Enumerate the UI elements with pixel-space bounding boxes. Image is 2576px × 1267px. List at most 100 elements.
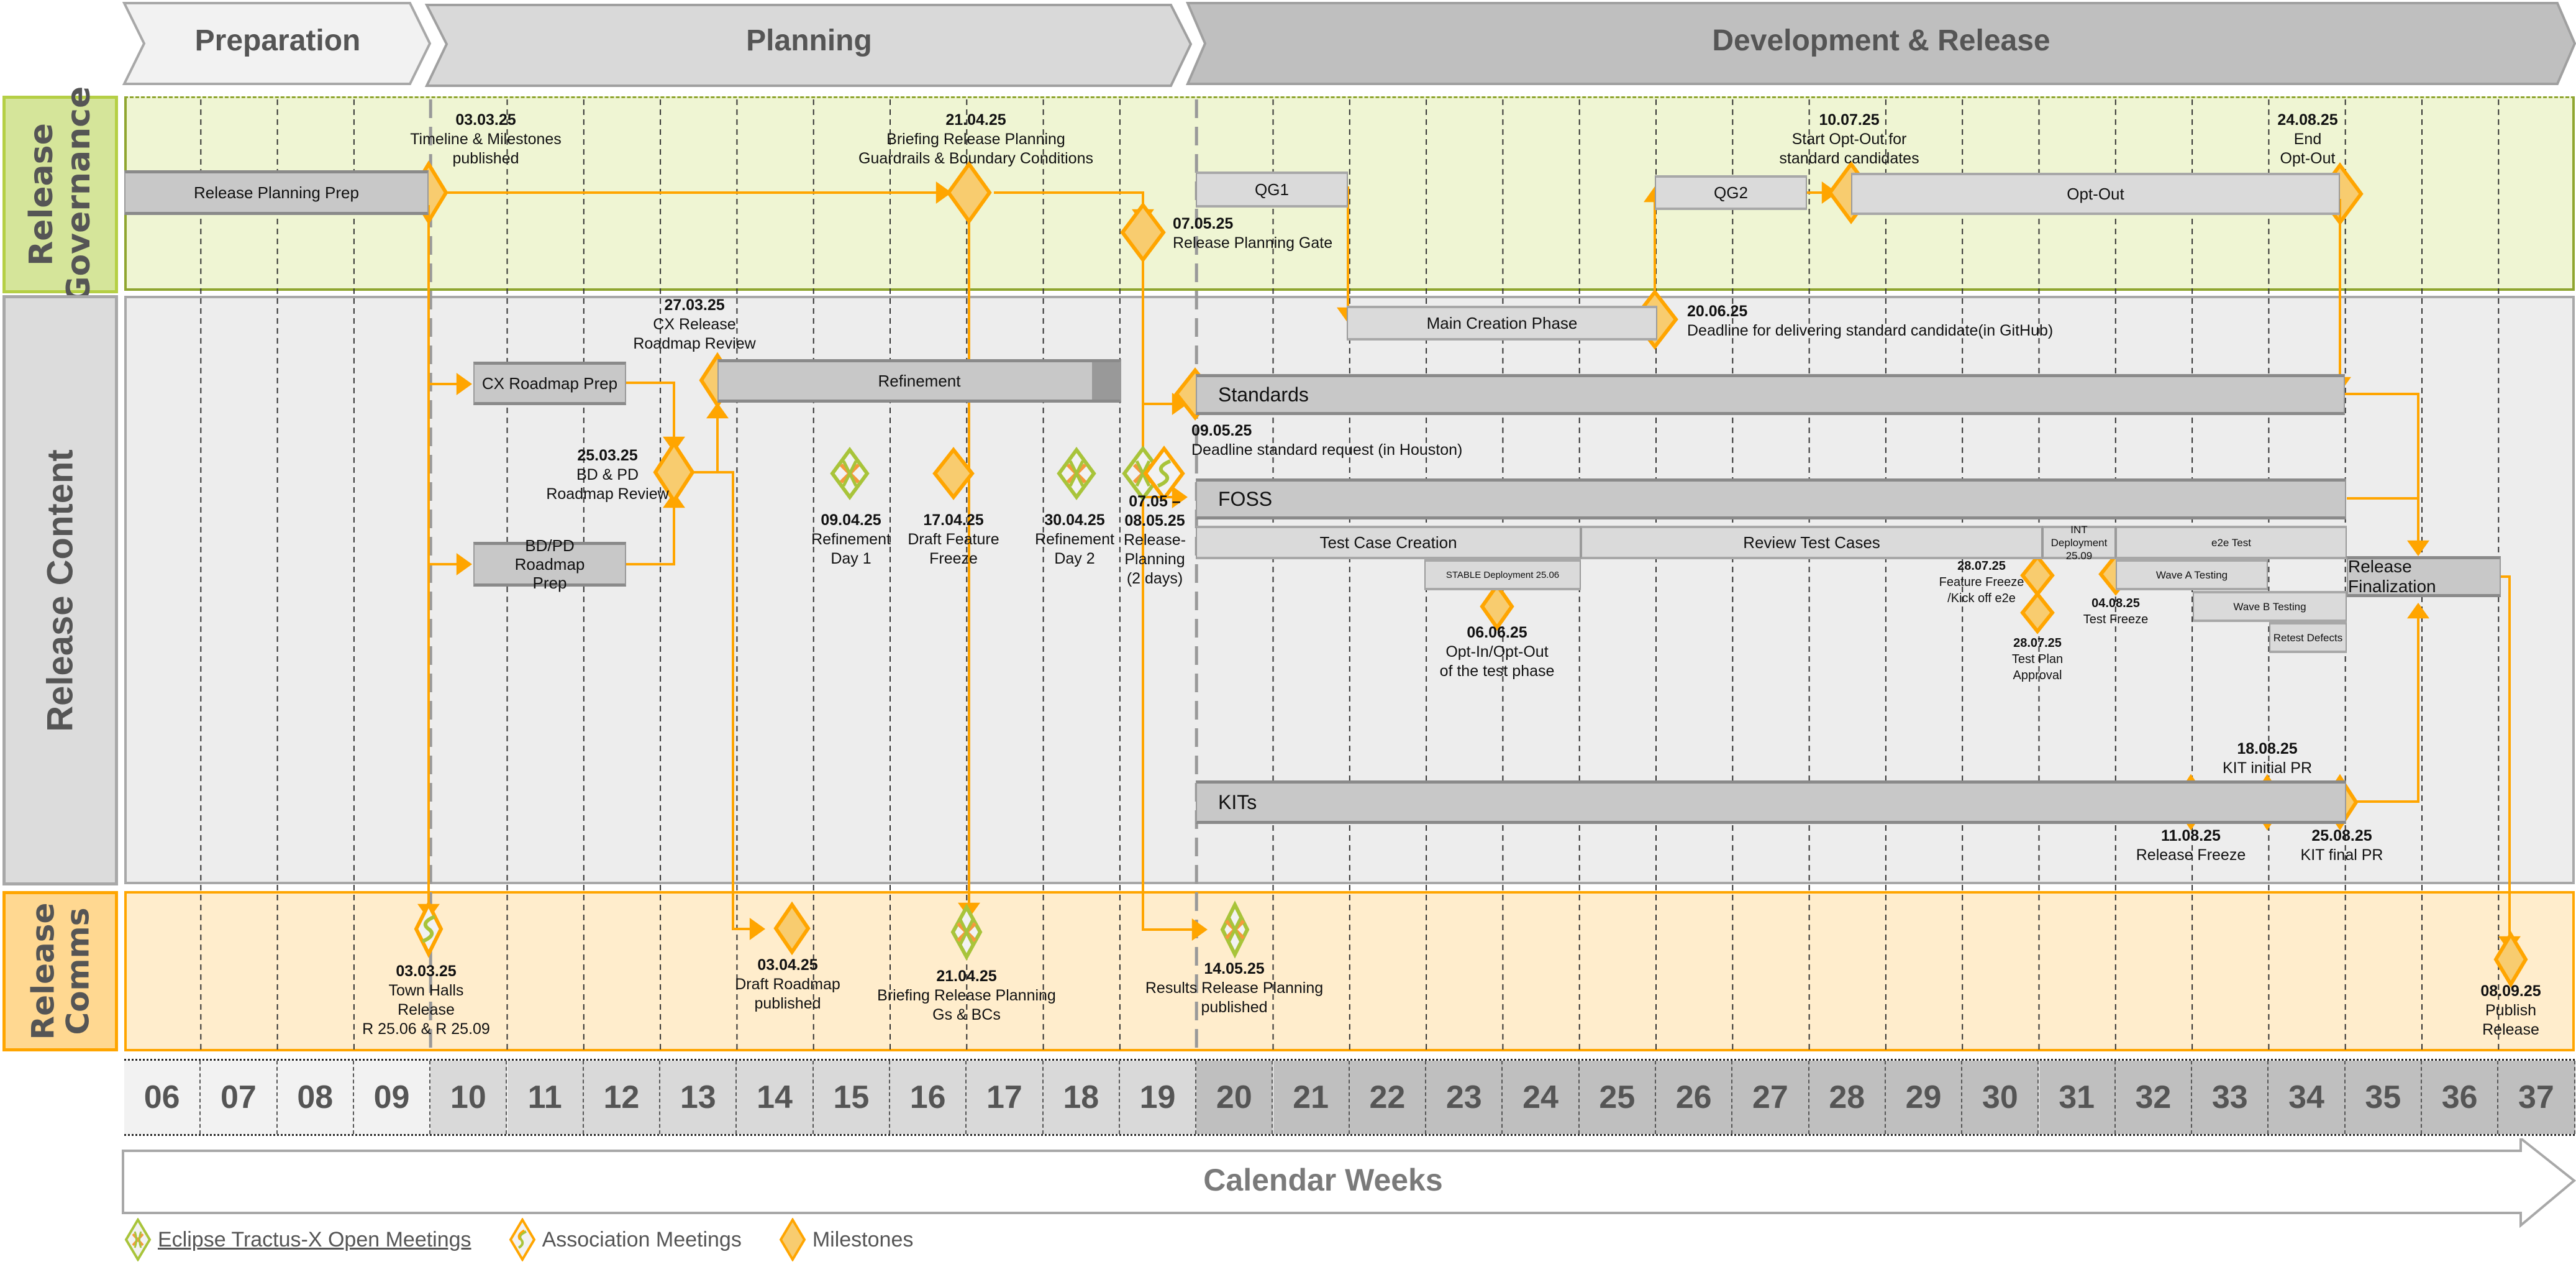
milestone-label-opt-in-opt-out: 06.06.25 Opt-In/Opt-Out of the test phase (1439, 624, 1555, 680)
bar-wave-b-testing: Wave B Testing (2193, 591, 2347, 622)
bar-main-creation-phase: Main Creation Phase (1347, 306, 1657, 341)
bar-standards: Standards (1196, 374, 2345, 415)
calendar-week-25: 25 (1579, 1061, 1656, 1134)
comms-label-briefing-gs-bcs: 21.04.25 Briefing Release Planning Gs & BC… (877, 967, 1056, 1023)
lane-title-governance: Release Governance (2, 86, 118, 303)
calendar-week-37: 37 (2498, 1061, 2575, 1134)
milestone-label-kit-initial-pr: 18.08.25 KIT initial PR (2222, 740, 2313, 777)
milestone-label-release-freeze: 11.08.25 Release Freeze (2136, 827, 2246, 864)
lane-title-line: Governance (60, 86, 98, 303)
calendar-week-12: 12 (583, 1061, 661, 1134)
bar-qg2: QG2 (1655, 175, 1807, 210)
calendar-week-32: 32 (2115, 1061, 2193, 1134)
lane-title-line: Release (25, 902, 61, 1040)
comms-label-publish-release: 08.09.25 Publish Release (2480, 982, 2541, 1038)
calendar-week-19: 19 (1119, 1061, 1197, 1134)
calendar-week-33: 33 (2192, 1061, 2269, 1134)
milestone-label-draft-feature-freeze: 17.04.25 Draft Feature Freeze (908, 511, 999, 567)
calendar-week-09: 09 (353, 1061, 431, 1134)
milestone-label-deadline-standard-candidate: 20.06.25 Deadline for delivering standard… (1687, 303, 2054, 339)
phase-label-preparation: Preparation (194, 24, 361, 57)
calendar-week-10: 10 (430, 1061, 507, 1134)
calendar-week-35: 35 (2345, 1061, 2422, 1134)
milestone-label-feature-freeze: 28.07.25 Feature Freeze/Kick off e2e (1939, 559, 2024, 605)
bar-stable-deployment: STABLE Deployment 25.06 (1424, 559, 1581, 590)
calendar-week-axis: 06 07 08 09 10 11 12 13 14 15 16 17 18 19 20 21 22 23 24 25… (124, 1059, 2575, 1136)
association-meeting-icon (509, 1218, 535, 1261)
phase-label-development: Development & Release (1712, 24, 2050, 57)
bar-release-finalization: Release Finalization (2347, 556, 2501, 597)
calendar-week-15: 15 (813, 1061, 890, 1134)
milestone-label-test-freeze: 04.08.25 Test Freeze (2083, 597, 2149, 626)
lane-title-content: Release Content (2, 295, 118, 885)
legend-label: Association Meetings (542, 1227, 742, 1251)
comms-label-draft-roadmap: 03.04.25 Draft Roadmap published (735, 956, 840, 1012)
calendar-week-06: 06 (124, 1061, 201, 1134)
milestone-label-end-opt-out: 24.08.25 End Opt-Out (2277, 111, 2338, 167)
calendar-week-29: 29 (1885, 1061, 1963, 1134)
calendar-week-28: 28 (1809, 1061, 1886, 1134)
calendar-week-24: 24 (1503, 1061, 1580, 1134)
bar-retest-defects: Retest Defects (2269, 622, 2347, 653)
bar-int-deployment: INT Deployment 25.09 (2042, 524, 2116, 562)
lane-title-content-text: Release Content (40, 449, 81, 732)
comms-label-town-halls: 03.03.25 Town Halls Release R 25.06 & R 25.… (362, 963, 490, 1038)
lane-title-line: Release (23, 123, 60, 266)
calendar-week-26: 26 (1656, 1061, 1733, 1134)
bar-cx-roadmap-prep: CX Roadmap Prep (473, 362, 626, 405)
calendar-week-23: 23 (1426, 1061, 1503, 1134)
milestone-label-test-plan-approval: 28.07.25 Test Plan Approval (2011, 636, 2064, 682)
lane-comms (124, 891, 2575, 1051)
calendar-week-17: 17 (967, 1061, 1044, 1134)
calendar-week-13: 13 (660, 1061, 737, 1134)
legend: Eclipse Tractus-X Open Meetings Associat… (124, 1218, 913, 1261)
calendar-weeks-label: Calendar Weeks (1203, 1163, 1443, 1197)
release-timeline-diagram: Preparation Planning Development & Relea… (0, 0, 2576, 1267)
eclipse-tractus-x-open-meeting-icon (124, 1218, 152, 1261)
bar-e2e-test: e2e Test (2116, 526, 2347, 559)
milestone-icon (779, 1218, 806, 1261)
milestone-label-refinement-day-1: 09.04.25 Refinement Day 1 (811, 511, 891, 567)
bar-kits: KITs (1196, 780, 2346, 824)
calendar-week-34: 34 (2269, 1061, 2346, 1134)
legend-item-milestone: Milestones (779, 1218, 914, 1261)
calendar-week-27: 27 (1732, 1061, 1809, 1134)
calendar-week-20: 20 (1196, 1061, 1273, 1134)
lane-title-line: Comms (60, 907, 96, 1035)
milestone-label-briefing-release-planning: 21.04.25 Briefing Release Planning Guardra… (858, 111, 1093, 167)
bar-opt-out: Opt-Out (1851, 173, 2340, 215)
milestone-label-deadline-standard-request: 09.05.25 Deadline standard request (in Ho… (1191, 422, 1463, 459)
milestone-label-refinement-day-2: 30.04.25 Refinement Day 2 (1035, 511, 1114, 567)
bar-test-case-creation: Test Case Creation (1196, 526, 1581, 559)
legend-label: Eclipse Tractus-X Open Meetings (158, 1227, 471, 1251)
bar-foss: FOSS (1196, 478, 2346, 519)
calendar-week-18: 18 (1043, 1061, 1120, 1134)
calendar-week-36: 36 (2422, 1061, 2499, 1134)
calendar-week-21: 21 (1273, 1061, 1350, 1134)
milestone-label-bd-pd-roadmap-review: 25.03.25 BD & PD Roadmap Review (546, 447, 669, 503)
calendar-week-22: 22 (1349, 1061, 1427, 1134)
milestone-label-release-planning-gate: 07.05.25 Release Planning Gate (1173, 215, 1333, 252)
milestone-label-start-opt-out: 10.07.25 Start Opt-Out for standard candid… (1779, 111, 1919, 167)
lane-title-comms-text: Release Comms (25, 902, 96, 1040)
calendar-week-11: 11 (507, 1061, 584, 1134)
bar-qg1: QG1 (1196, 172, 1348, 208)
bar-review-test-cases: Review Test Cases (1581, 526, 2042, 559)
milestone-label-kit-final-pr: 25.08.25 KIT final PR (2300, 827, 2383, 864)
bar-bd-pd-roadmap-prep: BD/PD Roadmap Prep (473, 536, 626, 592)
bar-release-planning-prep: Release Planning Prep (124, 170, 429, 215)
phase-label-planning: Planning (746, 24, 872, 57)
lane-title-governance-text: Release Governance (23, 86, 98, 303)
legend-label: Milestones (812, 1227, 914, 1251)
calendar-week-14: 14 (737, 1061, 814, 1134)
calendar-week-16: 16 (890, 1061, 967, 1134)
legend-item-tractus[interactable]: Eclipse Tractus-X Open Meetings (124, 1218, 471, 1261)
milestone-label-cx-release-roadmap-review: 27.03.25 CX Release Roadmap Review (633, 296, 756, 352)
calendar-week-08: 08 (277, 1061, 354, 1134)
milestone-label-release-planning-2-days: 07.05 –08.05.25 Release- Planning (2 days) (1123, 493, 1186, 587)
legend-item-association: Association Meetings (509, 1218, 742, 1261)
bar-wave-a-testing: Wave A Testing (2116, 559, 2268, 590)
lane-title-comms: Release Comms (2, 891, 118, 1051)
bar-refinement: Refinement (717, 359, 1121, 403)
comms-label-results-release-planning: 14.05.25 Results Release Planning publishe… (1145, 960, 1324, 1016)
